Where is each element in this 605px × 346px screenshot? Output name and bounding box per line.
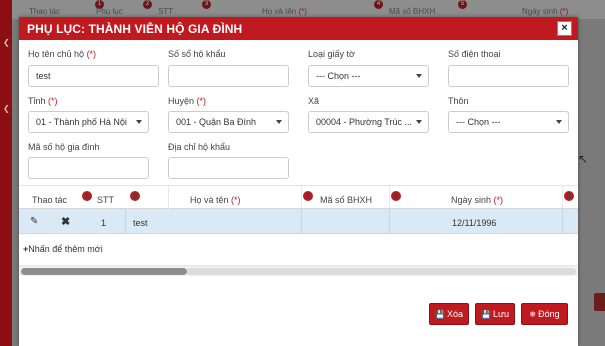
column-badge: 3 [303,191,313,201]
cell-stt: 1 [101,218,107,228]
bg-col-stt: STT [158,7,174,16]
modal-header: PHỤ LỤC: THÀNH VIÊN HỘ GIA ĐÌNH × [19,17,578,40]
column-divider [125,209,126,234]
close-dialog-button[interactable]: ❄ Đóng [521,303,568,325]
col-thao-tac[interactable]: Thao tác [32,195,67,205]
column-divider [562,209,563,234]
huyen-label: Huyện (*) [168,96,207,106]
tinh-label: Tỉnh (*) [28,96,58,106]
xa-value: 00004 - Phường Trúc ... [316,117,412,127]
xa-select[interactable]: 00004 - Phường Trúc ... [308,111,429,133]
close-dialog-button-label: Đóng [538,309,560,319]
background-button [594,293,605,311]
cell-ngay-sinh[interactable]: 12/11/1996 [452,218,496,228]
col-ngay-sinh[interactable]: Ngày sinh (*) [451,195,503,205]
bg-badge: 3 [202,0,211,9]
household-member-modal: PHỤ LỤC: THÀNH VIÊN HỘ GIA ĐÌNH × Họ tên… [19,17,578,346]
column-badge: 2 [130,191,140,201]
thon-value: --- Chọn --- [456,117,501,127]
add-new-label: Nhấn để thêm mới [28,244,103,254]
column-divider [562,186,563,210]
dia-chi-ho-khau-input[interactable] [168,157,289,179]
column-divider [389,186,390,210]
ho-ten-chu-ho-input[interactable]: test [28,65,159,87]
huyen-select[interactable]: 001 - Quận Ba Đình [168,111,289,133]
background-sidebar: ❮ ❮ [0,0,12,346]
tinh-select[interactable]: 01 - Thành phố Hà Nội [28,111,149,133]
ho-ten-chu-ho-label: Họ tên chủ hộ (*) [28,49,97,59]
scrollbar-track [186,268,576,275]
chevron-left-icon: ❮ [3,38,10,47]
caret-down-icon [416,74,422,78]
scrollbar-thumb[interactable] [21,268,187,275]
chevron-left-icon: ❮ [3,104,10,113]
thon-label: Thôn [448,96,469,106]
caret-down-icon [416,120,422,124]
cell-ho-va-ten[interactable]: test [133,218,148,228]
modal-title: PHỤ LỤC: THÀNH VIÊN HỘ GIA ĐÌNH [27,22,243,36]
mouse-cursor-icon: ↖ [578,152,589,166]
xa-label: Xã [308,96,320,106]
caret-down-icon [136,120,142,124]
bg-col-bhxh: Mã số BHXH [389,7,436,16]
so-so-ho-khau-input[interactable] [168,65,289,87]
loai-giay-to-select[interactable]: --- Chọn --- [308,65,429,87]
thon-select[interactable]: --- Chọn --- [448,111,569,133]
horizontal-scrollbar[interactable] [19,265,578,276]
edit-icon[interactable]: ✎ [30,216,38,227]
column-badge: 5 [564,191,574,201]
column-divider [301,186,302,210]
save-button-label: Lưu [492,309,509,319]
bg-badge: 5 [458,0,467,9]
col-ho-va-ten[interactable]: Họ và tên (*) [190,195,241,205]
column-divider [301,209,302,234]
close-button[interactable]: × [557,21,572,36]
dia-chi-ho-khau-label: Địa chỉ hộ khẩu [168,142,231,152]
so-so-ho-khau-label: Số sổ hộ khẩu [168,49,226,59]
delete-button[interactable]: 💾 Xóa [429,303,469,325]
snowflake-icon: ❄ [529,310,537,319]
col-ma-so-bhxh[interactable]: Mã số BHXH [320,195,372,205]
column-divider [389,209,390,234]
bg-col-ngay-sinh: Ngày sinh (*) [522,7,569,16]
column-badge: 4 [391,191,401,201]
ma-so-ho-gia-dinh-input[interactable] [28,157,149,179]
column-badge: 1 [82,191,92,201]
col-stt[interactable]: STT [97,195,114,205]
delete-button-label: Xóa [446,309,463,319]
loai-giay-to-value: --- Chọn --- [316,71,361,81]
so-dien-thoai-input[interactable] [448,65,569,87]
bg-badge: 4 [374,0,383,9]
save-button[interactable]: 💾 Lưu [475,303,515,325]
bg-badge: 2 [143,0,152,9]
bg-col-phu-luc: Phụ lục [96,7,123,16]
column-divider [168,186,169,210]
huyen-value: 001 - Quận Ba Đình [176,117,257,127]
grid-header: Thao tác 1 STT 2 Họ và tên (*) 3 Mã số B… [19,185,578,210]
table-row[interactable]: ✎ ✖ 1 test 12/11/1996 [19,209,578,234]
add-new-link[interactable]: +Nhấn để thêm mới [23,244,103,254]
caret-down-icon [276,120,282,124]
save-disk-icon: 💾 [435,310,445,319]
members-grid: Thao tác 1 STT 2 Họ và tên (*) 3 Mã số B… [19,185,578,234]
bg-col-thao-tac: Thao tác [29,7,61,16]
ma-so-ho-gia-dinh-label: Mã số hộ gia đình [28,142,100,152]
caret-down-icon [556,120,562,124]
tinh-value: 01 - Thành phố Hà Nội [36,117,127,127]
bg-col-ho-ten: Họ và tên (*) [262,7,307,16]
loai-giay-to-label: Loại giấy tờ [308,49,355,59]
delete-icon[interactable]: ✖ [61,215,70,228]
save-disk-icon: 💾 [480,310,491,319]
so-dien-thoai-label: Số điện thoại [448,49,501,59]
